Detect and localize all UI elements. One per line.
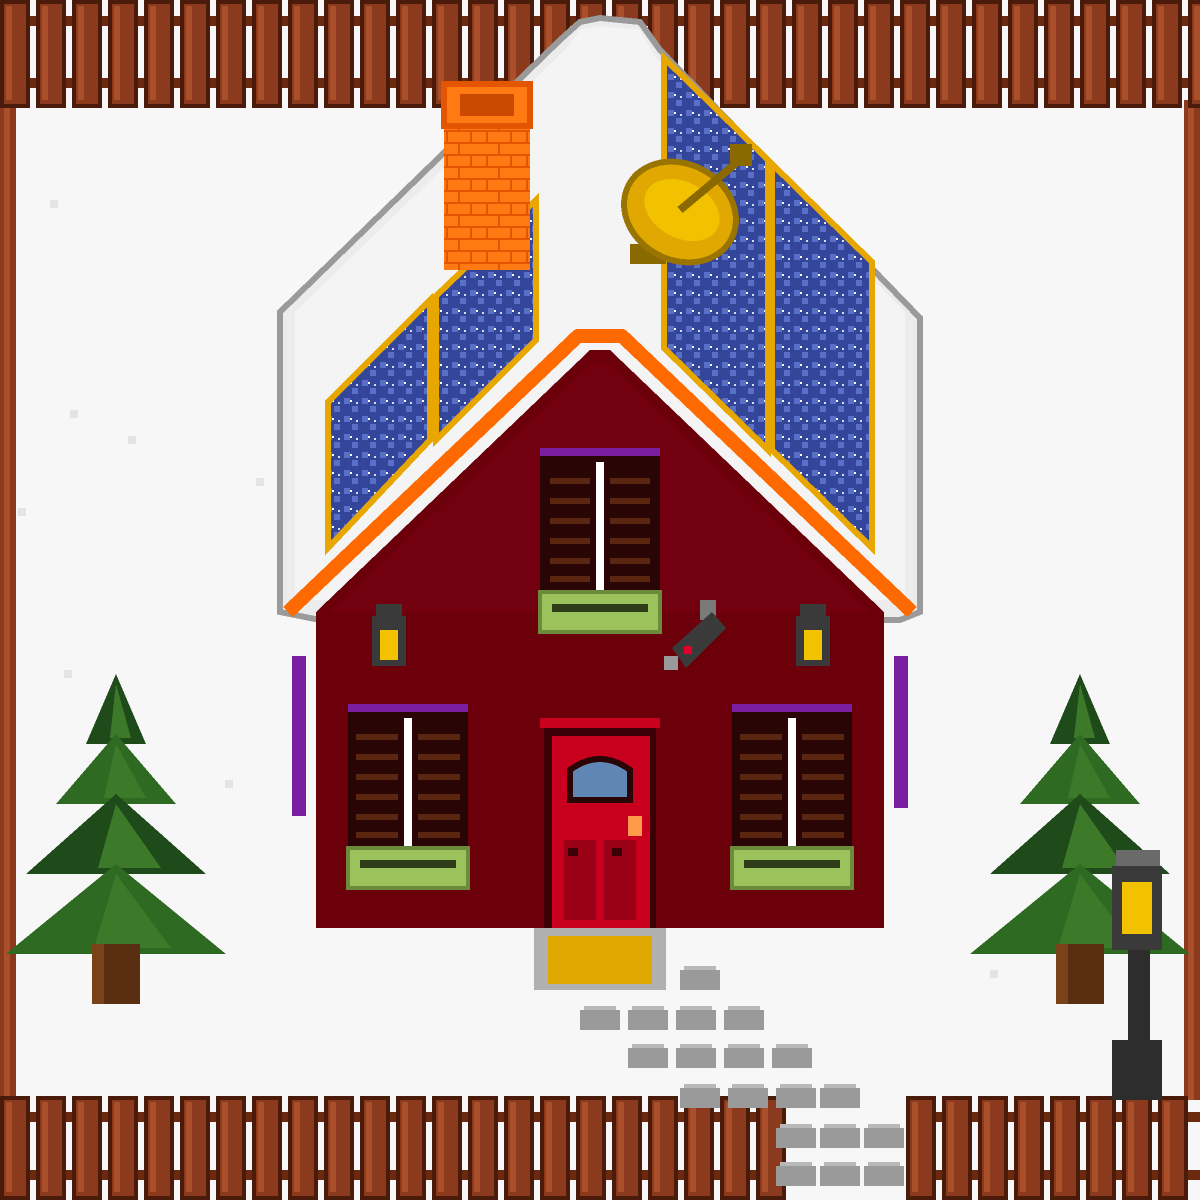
cottage-scene bbox=[0, 0, 1200, 1200]
stepping-stone bbox=[820, 1128, 860, 1148]
stepping-stone bbox=[728, 1088, 768, 1108]
doormat bbox=[534, 928, 666, 990]
wall-lantern-left-icon bbox=[372, 604, 406, 666]
side-fence-right bbox=[1184, 100, 1200, 1100]
front-door bbox=[540, 718, 660, 928]
stepping-stone bbox=[724, 1010, 764, 1030]
stepping-stone bbox=[628, 1010, 668, 1030]
wall-lantern-right-icon bbox=[796, 604, 830, 666]
stepping-stone bbox=[680, 970, 720, 990]
lower-window-left bbox=[346, 704, 470, 890]
bottom-fence bbox=[0, 1096, 1200, 1200]
stepping-stone bbox=[580, 1010, 620, 1030]
stepping-stone bbox=[820, 1088, 860, 1108]
stepping-stone bbox=[776, 1166, 816, 1186]
chimney bbox=[441, 81, 533, 270]
lower-window-right bbox=[730, 704, 854, 890]
upper-window bbox=[538, 448, 662, 634]
stepping-stone bbox=[864, 1166, 904, 1186]
stepping-stone bbox=[776, 1088, 816, 1108]
stepping-stone bbox=[820, 1166, 860, 1186]
stepping-stone bbox=[676, 1010, 716, 1030]
stepping-stone bbox=[864, 1128, 904, 1148]
stepping-stone bbox=[772, 1048, 812, 1068]
stepping-stone bbox=[676, 1048, 716, 1068]
stepping-stone bbox=[680, 1088, 720, 1108]
stepping-stone bbox=[724, 1048, 764, 1068]
door-handle bbox=[628, 816, 642, 836]
stepping-stone bbox=[776, 1128, 816, 1148]
stepping-stone bbox=[628, 1048, 668, 1068]
